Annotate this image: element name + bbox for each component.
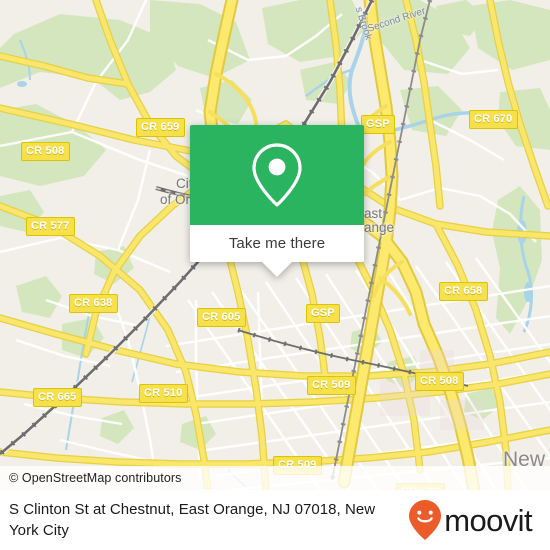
road-shield-cr-658[interactable]: CR 658 — [439, 282, 488, 301]
road-shield-cr-510[interactable]: CR 510 — [139, 384, 188, 403]
station-popup-card[interactable]: Take me there — [190, 125, 364, 277]
map-pin-icon — [252, 143, 302, 207]
road-shield-cr-577[interactable]: CR 577 — [26, 217, 75, 236]
road-shield-cr-605[interactable]: CR 605 — [197, 308, 246, 327]
popup-cta-label: Take me there — [228, 235, 326, 252]
map-attribution-bar: © OpenStreetMap contributors — [0, 466, 550, 490]
popup-pointer — [262, 262, 292, 277]
road-shield-cr-665[interactable]: CR 665 — [33, 388, 82, 407]
road-shield-cr-508[interactable]: CR 508 — [21, 142, 70, 161]
moovit-station-map-page: Second River s Brook City of Orange East… — [0, 0, 550, 550]
attribution-text[interactable]: © OpenStreetMap contributors — [0, 471, 182, 485]
map-canvas[interactable]: Second River s Brook City of Orange East… — [0, 0, 550, 490]
popup-image-panel — [190, 125, 364, 225]
station-title: S Clinton St at Chestnut, East Orange, N… — [9, 501, 376, 539]
road-shield-cr-508-lower[interactable]: CR 508 — [415, 372, 464, 391]
road-shield-cr-659[interactable]: CR 659 — [136, 118, 185, 137]
moovit-brand[interactable]: moovit — [408, 499, 538, 541]
moovit-smiley-pin-icon — [409, 500, 442, 540]
road-shield-cr-638[interactable]: CR 638 — [69, 294, 118, 313]
road-shield-cr-509-upper[interactable]: CR 509 — [307, 376, 356, 395]
road-shield-gsp-north[interactable]: GSP — [361, 115, 395, 134]
page-footer: S Clinton St at Chestnut, East Orange, N… — [0, 490, 550, 550]
road-shield-cr-670[interactable]: CR 670 — [469, 110, 518, 129]
popup-cta-button[interactable]: Take me there — [190, 225, 364, 262]
road-shield-gsp-south[interactable]: GSP — [306, 304, 340, 323]
moovit-wordmark: moovit — [444, 502, 532, 538]
